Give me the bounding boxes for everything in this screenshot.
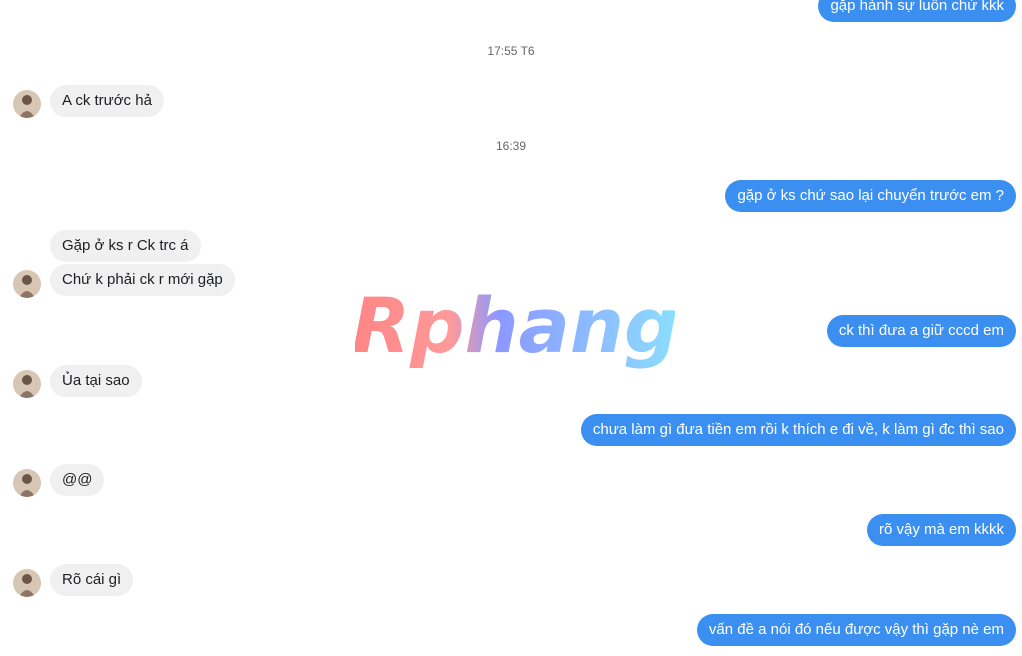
outgoing-message[interactable]: gặp hành sự luôn chứ kkk (818, 0, 1016, 22)
incoming-message[interactable]: Ủa tại sao (50, 365, 142, 397)
contact-avatar[interactable] (13, 270, 41, 298)
outgoing-message[interactable]: gặp ở ks chứ sao lại chuyển trước em ? (725, 180, 1016, 212)
outgoing-message[interactable]: chưa làm gì đưa tiền em rồi k thích e đi… (580, 414, 1016, 446)
timestamp-divider: 16:39 (495, 139, 527, 153)
incoming-message[interactable]: Chứ k phải ck r mới gặp (50, 264, 235, 296)
chat-thread: gặp hành sự luôn chứ kkk 17:55 T6 A ck t… (0, 0, 1022, 656)
incoming-message[interactable]: Gặp ở ks r Ck trc á (50, 230, 201, 262)
contact-avatar[interactable] (13, 90, 41, 118)
watermark-logo: Rphang (355, 284, 675, 370)
contact-avatar[interactable] (13, 469, 41, 497)
incoming-message[interactable]: @@ (50, 464, 105, 496)
outgoing-message[interactable]: rõ vậy mà em kkkk (866, 514, 1016, 546)
contact-avatar[interactable] (13, 370, 41, 398)
contact-avatar[interactable] (13, 569, 41, 597)
incoming-message[interactable]: A ck trước hả (50, 85, 164, 117)
outgoing-message[interactable]: ck thì đưa a giữ cccd em (826, 315, 1016, 347)
timestamp-divider: 17:55 T6 (487, 44, 535, 58)
svg-text:Rphang: Rphang (355, 284, 675, 370)
outgoing-message[interactable]: vấn đề a nói đó nếu được vậy thì gặp nè … (696, 614, 1016, 646)
incoming-message[interactable]: Rõ cái gì (50, 564, 134, 596)
